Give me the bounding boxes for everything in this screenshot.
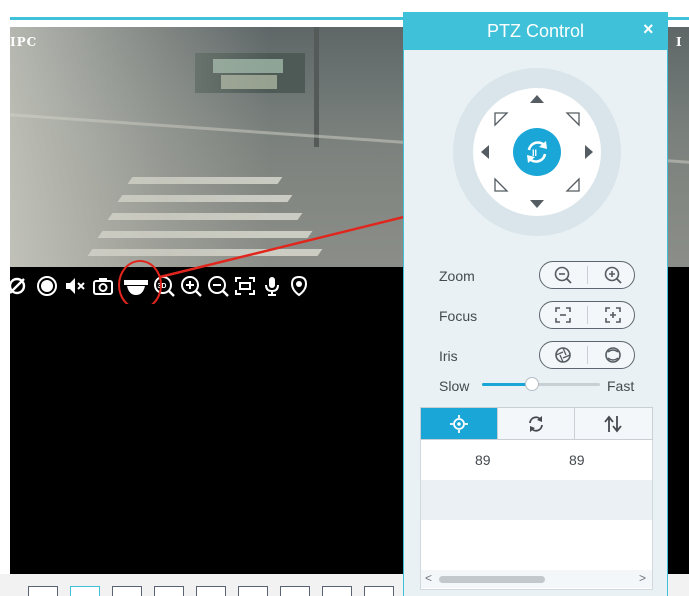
scroll-left-icon[interactable]: <: [425, 571, 432, 585]
track-icon: [604, 415, 622, 433]
zoom-label: Zoom: [439, 268, 475, 284]
ptz-highlight-ring: [118, 260, 162, 310]
scroll-right-icon[interactable]: >: [639, 571, 646, 585]
pan-down-right-button[interactable]: [565, 177, 581, 193]
layout-button[interactable]: [196, 586, 226, 596]
layout-button[interactable]: [280, 586, 310, 596]
mute-icon[interactable]: [64, 275, 86, 297]
camera-name-label: IPC: [10, 35, 38, 49]
layout-button[interactable]: [28, 586, 58, 596]
speed-slider-thumb[interactable]: [525, 377, 539, 391]
pan-up-right-button[interactable]: [565, 111, 581, 127]
list-item-empty: [421, 480, 652, 520]
talk-icon[interactable]: [261, 275, 283, 297]
tab-preset[interactable]: [421, 408, 498, 439]
layout-button[interactable]: [238, 586, 268, 596]
layout-button[interactable]: [70, 586, 100, 596]
viewer-window: IPC I 3D PTZ Control × II Zoom Focus Iri…: [0, 0, 689, 596]
pan-up-left-button[interactable]: [493, 111, 509, 127]
fullscreen-icon[interactable]: [234, 275, 256, 297]
list-cell: 89: [569, 452, 585, 468]
pan-down-button[interactable]: [529, 195, 545, 211]
snapshot-icon[interactable]: [92, 275, 114, 297]
pan-down-left-button[interactable]: [493, 177, 509, 193]
pan-up-button[interactable]: [529, 92, 545, 108]
record-icon[interactable]: [36, 275, 58, 297]
auto-scan-button[interactable]: II: [513, 128, 561, 176]
preset-list: 89 89 < >: [420, 440, 653, 590]
focus-label: Focus: [439, 308, 478, 324]
preset-icon: [450, 415, 468, 433]
speed-slow-label: Slow: [439, 378, 470, 394]
iris-open-icon[interactable]: [603, 345, 623, 365]
tab-track[interactable]: [575, 408, 652, 439]
layout-button[interactable]: [112, 586, 142, 596]
focus-far-icon[interactable]: [603, 305, 623, 325]
pill-divider: [587, 306, 588, 324]
cruise-icon: [529, 416, 543, 432]
focus-near-icon[interactable]: [553, 305, 573, 325]
camera-name-label-right: I: [676, 35, 682, 49]
layout-button[interactable]: [154, 586, 184, 596]
ptz-title: PTZ Control: [486, 21, 585, 41]
pill-divider: [587, 266, 588, 284]
fisheye-icon[interactable]: [288, 275, 310, 297]
iris-label: Iris: [439, 348, 458, 364]
camera-haze: [10, 27, 270, 267]
list-cell: 89: [475, 452, 491, 468]
pan-right-button[interactable]: [581, 144, 597, 160]
tab-cruise[interactable]: [498, 408, 575, 439]
pill-divider: [587, 346, 588, 364]
scrollbar-thumb[interactable]: [439, 576, 545, 583]
layout-button[interactable]: [364, 586, 394, 596]
speed-fast-label: Fast: [607, 378, 635, 394]
zoom-control: [539, 261, 635, 289]
zoom-out-icon[interactable]: [553, 265, 573, 285]
street-pole: [314, 27, 319, 147]
stop-icon[interactable]: [6, 275, 28, 297]
layout-button[interactable]: [322, 586, 352, 596]
list-item[interactable]: 89 89: [421, 440, 652, 480]
ptz-tabs: [420, 407, 653, 440]
ptz-header: PTZ Control ×: [404, 12, 667, 50]
zoom-in-icon[interactable]: [603, 265, 623, 285]
focus-control: [539, 301, 635, 329]
iris-close-icon[interactable]: [553, 345, 573, 365]
ptz-control-panel: PTZ Control × II Zoom Focus Iris Slow Fa…: [403, 12, 668, 596]
pan-left-button[interactable]: [477, 144, 493, 160]
horizontal-scrollbar[interactable]: < >: [421, 570, 652, 588]
zoom-out-icon[interactable]: [207, 275, 229, 297]
zoom-in-icon[interactable]: [180, 275, 202, 297]
close-icon[interactable]: ×: [643, 19, 654, 40]
iris-control: [539, 341, 635, 369]
svg-text:II: II: [532, 148, 537, 158]
